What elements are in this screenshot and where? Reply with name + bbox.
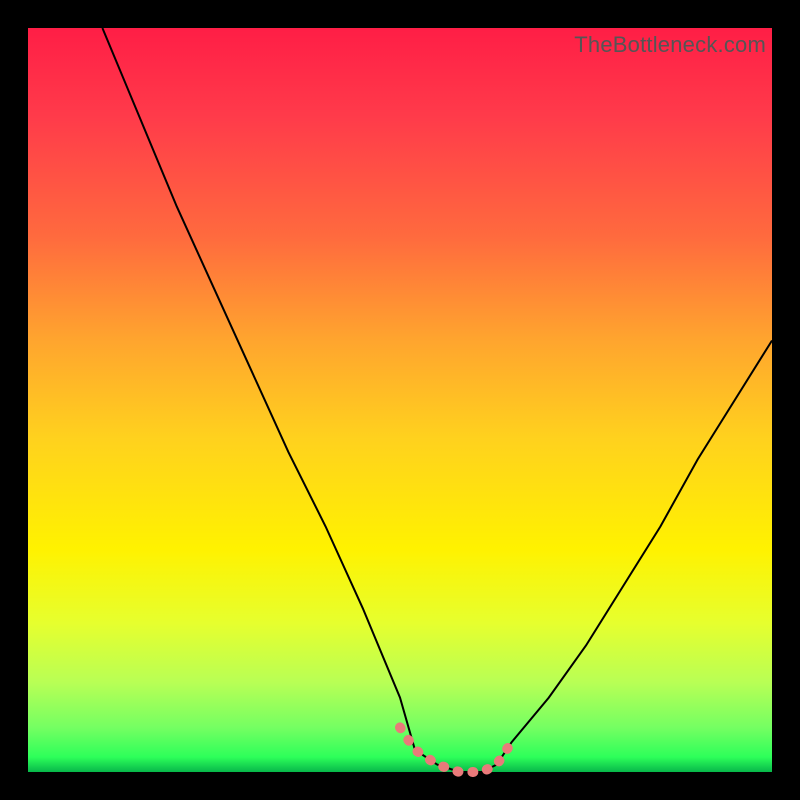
plot-area: TheBottleneck.com (28, 28, 772, 772)
chart-svg (28, 28, 772, 772)
bottleneck-curve (102, 28, 772, 772)
